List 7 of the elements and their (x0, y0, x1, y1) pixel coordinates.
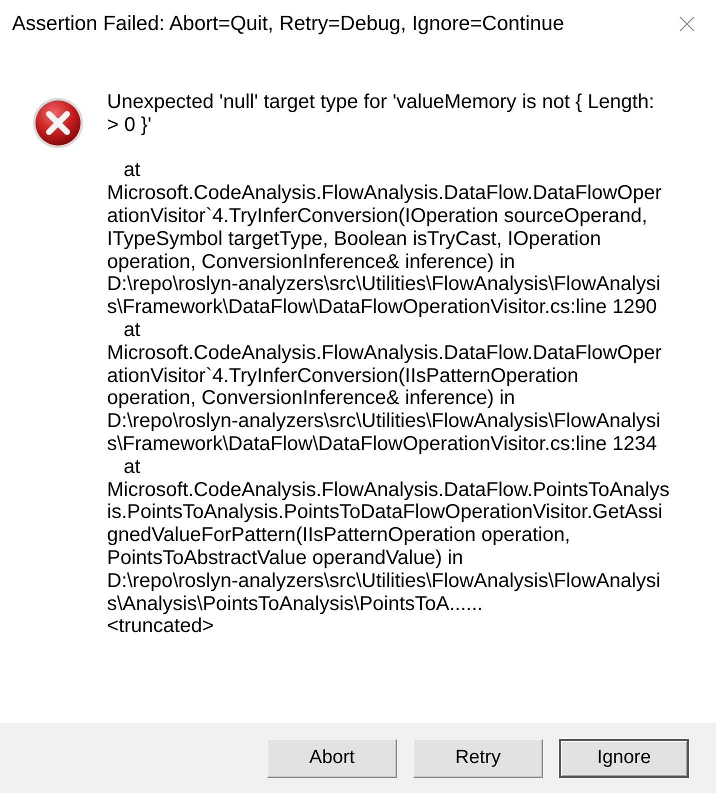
error-message: Unexpected 'null' target type for 'valueMemory is not { Length: > 0 }' at Microsoft.CodeAnalysis.FlowAnalysis.DataFlow.DataFlowOper ationVisitor`4.TryInferConversion(IOperation sourceOperand, ITypeSymbol targetType, Boolean isTryCast, IOperation operation, ConversionInference& inference) in D:\repo\roslyn-analyzers\src\Utilities\FlowAnalysis\FlowAnalysi s\Framework\DataFlow\DataFlowOperationVisitor.cs:line 1290 at Microsoft.CodeAnalysis.FlowAnalysis.DataFlow.DataFlowOper ationVisitor`4.TryInferConversion(IIsPatternOperation operation, ConversionInference& inference) in D:\repo\roslyn-analyzers\src\Utilities\FlowAnalysis\FlowAnalysi s\Framework\DataFlow\DataFlowOperationVisitor.cs:line 1234 at Microsoft.CodeAnalysis.FlowAnalysis.DataFlow.PointsToAnalys is.PointsToAnalysis.PointsToDataFlowOperationVisitor.GetAssi gnedValueForPattern(IIsPatternOperation operation, PointsToAbstractValue operandValue) in D:\repo\roslyn-analyzers\src\Utilities\FlowAnalysis\FlowAnalysi s\Analysis\PointsToAnalysis\PointsToA...... <truncated> (107, 91, 670, 638)
window-title: Assertion Failed: Abort=Quit, Retry=Debug, Ignore=Continue (12, 10, 564, 37)
dialog-button[interactable]: Ignore (559, 738, 689, 778)
error-icon (32, 97, 84, 149)
close-icon (679, 16, 695, 32)
dialog-button[interactable]: Retry (413, 738, 543, 778)
dialog-button[interactable]: Abort (267, 738, 397, 778)
